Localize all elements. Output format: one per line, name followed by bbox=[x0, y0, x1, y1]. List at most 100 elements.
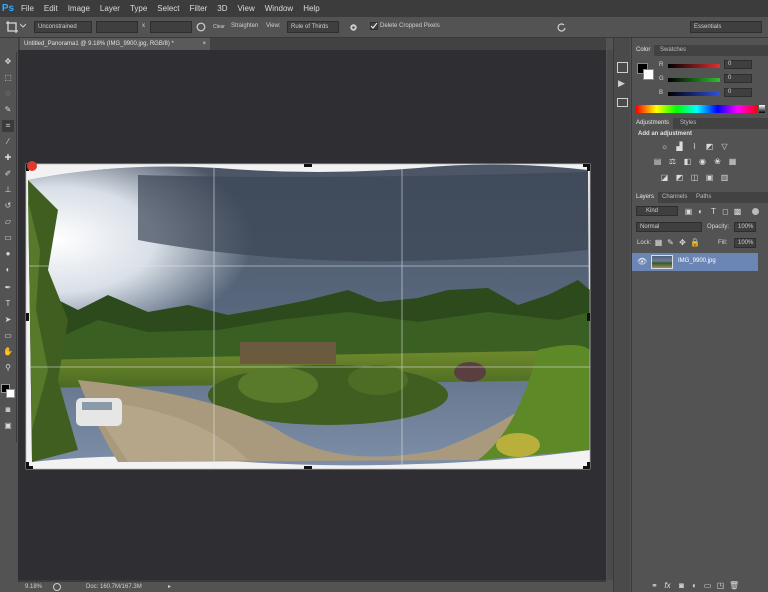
dodge-tool-icon[interactable]: ◐ bbox=[2, 264, 14, 276]
channel-b-slider[interactable] bbox=[668, 92, 720, 96]
quick-select-tool-icon[interactable]: ✎ bbox=[2, 104, 14, 116]
layer-filter-kind-select[interactable]: Kind bbox=[636, 206, 678, 216]
pen-tool-icon[interactable]: ✒ bbox=[2, 282, 14, 294]
menu-view[interactable]: View bbox=[238, 4, 255, 13]
clone-stamp-tool-icon[interactable]: ⊥ bbox=[2, 184, 14, 196]
photo-filter-icon[interactable]: ◉ bbox=[698, 157, 707, 166]
threshold-icon[interactable]: ◫ bbox=[690, 173, 699, 182]
trash-icon[interactable]: 🗑 bbox=[729, 581, 739, 590]
workspace-select[interactable]: Essentials bbox=[690, 21, 762, 33]
channel-r-slider[interactable] bbox=[668, 64, 720, 68]
document-tab[interactable]: Untitled_Panorama1 @ 9.18% (IMG_9900.jpg… bbox=[20, 38, 210, 50]
lasso-tool-icon[interactable]: ◌ bbox=[2, 88, 14, 100]
menu-window[interactable]: Window bbox=[265, 4, 293, 13]
blend-mode-select[interactable]: Normal bbox=[636, 222, 702, 232]
add-mask-icon[interactable]: ◙ bbox=[677, 581, 686, 590]
filter-shape-icon[interactable]: ◻ bbox=[721, 207, 730, 216]
chevron-down-icon[interactable] bbox=[19, 23, 27, 29]
type-tool-icon[interactable]: T bbox=[2, 298, 14, 310]
crop-tool-preset-icon[interactable] bbox=[5, 20, 19, 34]
document-canvas[interactable] bbox=[18, 50, 606, 580]
new-adjustment-icon[interactable]: ◐ bbox=[690, 581, 699, 590]
panorama-image[interactable] bbox=[18, 50, 606, 580]
rectangle-tool-icon[interactable]: ▭ bbox=[2, 330, 14, 342]
tab-paths[interactable]: Paths bbox=[692, 192, 715, 203]
tab-channels[interactable]: Channels bbox=[658, 192, 691, 203]
brush-tool-icon[interactable]: ✐ bbox=[2, 168, 14, 180]
tab-styles[interactable]: Styles bbox=[676, 118, 700, 129]
hand-tool-icon[interactable]: ✋ bbox=[2, 346, 14, 358]
exposure-icon[interactable]: ◩ bbox=[705, 142, 714, 151]
move-tool-icon[interactable]: ✥ bbox=[2, 56, 14, 68]
tab-color[interactable]: Color bbox=[632, 45, 655, 56]
status-share-icon[interactable] bbox=[53, 583, 61, 591]
background-color-swatch[interactable] bbox=[6, 389, 15, 398]
filter-toggle[interactable] bbox=[752, 208, 759, 215]
straighten-label[interactable]: Straighten bbox=[231, 23, 258, 29]
color-spectrum-bar[interactable] bbox=[636, 105, 758, 113]
menu-type[interactable]: Type bbox=[130, 4, 147, 13]
channel-g-value[interactable]: 0 bbox=[724, 74, 752, 83]
menu-layer[interactable]: Layer bbox=[100, 4, 120, 13]
blur-tool-icon[interactable]: ● bbox=[2, 248, 14, 260]
eraser-tool-icon[interactable]: ▱ bbox=[2, 216, 14, 228]
height-input[interactable] bbox=[150, 21, 192, 33]
ratio-preset-select[interactable]: Unconstrained bbox=[34, 21, 92, 33]
color-panel-background-swatch[interactable] bbox=[643, 69, 654, 80]
filter-smart-object-icon[interactable]: ▩ bbox=[733, 207, 742, 216]
gear-icon[interactable] bbox=[348, 22, 359, 33]
levels-icon[interactable]: ▟ bbox=[675, 142, 684, 151]
quick-mask-icon[interactable]: ◙ bbox=[2, 404, 14, 416]
spectrum-bw-swatch[interactable] bbox=[759, 105, 765, 113]
selective-color-icon[interactable]: ▣ bbox=[705, 173, 714, 182]
curves-icon[interactable]: ⌇ bbox=[690, 142, 699, 151]
color-balance-icon[interactable]: ⚖ bbox=[668, 157, 677, 166]
rotate-crop-icon[interactable] bbox=[196, 22, 206, 32]
eyedropper-tool-icon[interactable]: ⁄ bbox=[2, 136, 14, 148]
brightness-contrast-icon[interactable]: ☼ bbox=[660, 142, 669, 151]
filter-type-icon[interactable]: T bbox=[709, 207, 718, 216]
delete-cropped-checkbox[interactable] bbox=[370, 22, 378, 30]
width-input[interactable] bbox=[96, 21, 138, 33]
menu-filter[interactable]: Filter bbox=[190, 4, 208, 13]
channel-r-value[interactable]: 0 bbox=[724, 60, 752, 69]
black-white-icon[interactable]: ◧ bbox=[683, 157, 692, 166]
posterize-icon[interactable]: ◩ bbox=[675, 173, 684, 182]
layer-row[interactable]: 👁 IMG_9900.jpg bbox=[632, 253, 758, 271]
history-panel-icon[interactable] bbox=[617, 62, 628, 73]
tab-swatches[interactable]: Swatches bbox=[656, 45, 690, 56]
zoom-tool-icon[interactable]: ⚲ bbox=[2, 362, 14, 374]
layer-style-icon[interactable]: fx bbox=[663, 581, 672, 590]
tab-adjustments[interactable]: Adjustments bbox=[632, 118, 674, 129]
layer-name[interactable]: IMG_9900.jpg bbox=[678, 258, 716, 264]
history-brush-tool-icon[interactable]: ↺ bbox=[2, 200, 14, 212]
fill-input[interactable]: 100% bbox=[734, 238, 756, 248]
lock-position-icon[interactable]: ✥ bbox=[678, 238, 687, 247]
new-layer-icon[interactable]: ◳ bbox=[716, 581, 725, 590]
zoom-level[interactable]: 9.18% bbox=[25, 584, 42, 590]
properties-panel-icon[interactable] bbox=[617, 98, 628, 107]
menu-image[interactable]: Image bbox=[68, 4, 90, 13]
healing-brush-tool-icon[interactable]: ✚ bbox=[2, 152, 14, 164]
channel-g-slider[interactable] bbox=[668, 78, 720, 82]
menu-3d[interactable]: 3D bbox=[217, 4, 227, 13]
lock-transparent-icon[interactable]: ▦ bbox=[654, 238, 663, 247]
filter-pixel-icon[interactable]: ▣ bbox=[684, 207, 693, 216]
link-layers-icon[interactable]: ⚭ bbox=[650, 581, 659, 590]
crop-tool-icon[interactable]: ⌗ bbox=[2, 120, 14, 132]
status-menu-arrow-icon[interactable]: ▸ bbox=[168, 583, 171, 590]
lock-all-icon[interactable]: 🔒 bbox=[690, 238, 700, 247]
path-selection-tool-icon[interactable]: ➤ bbox=[2, 314, 14, 326]
overlay-view-select[interactable]: Rule of Thirds bbox=[287, 21, 339, 33]
channel-mixer-icon[interactable]: ❀ bbox=[713, 157, 722, 166]
new-group-icon[interactable]: ▭ bbox=[703, 581, 712, 590]
swap-dimensions-button[interactable]: x bbox=[142, 23, 145, 29]
screen-mode-icon[interactable]: ▣ bbox=[2, 420, 14, 432]
lock-image-icon[interactable]: ✎ bbox=[666, 238, 675, 247]
gradient-tool-icon[interactable]: ▭ bbox=[2, 232, 14, 244]
color-lookup-icon[interactable]: ▦ bbox=[728, 157, 737, 166]
hue-saturation-icon[interactable]: ▤ bbox=[653, 157, 662, 166]
gradient-map-icon[interactable]: ▥ bbox=[720, 173, 729, 182]
menu-file[interactable]: File bbox=[21, 4, 34, 13]
actions-panel-icon[interactable]: ▶ bbox=[618, 78, 625, 89]
